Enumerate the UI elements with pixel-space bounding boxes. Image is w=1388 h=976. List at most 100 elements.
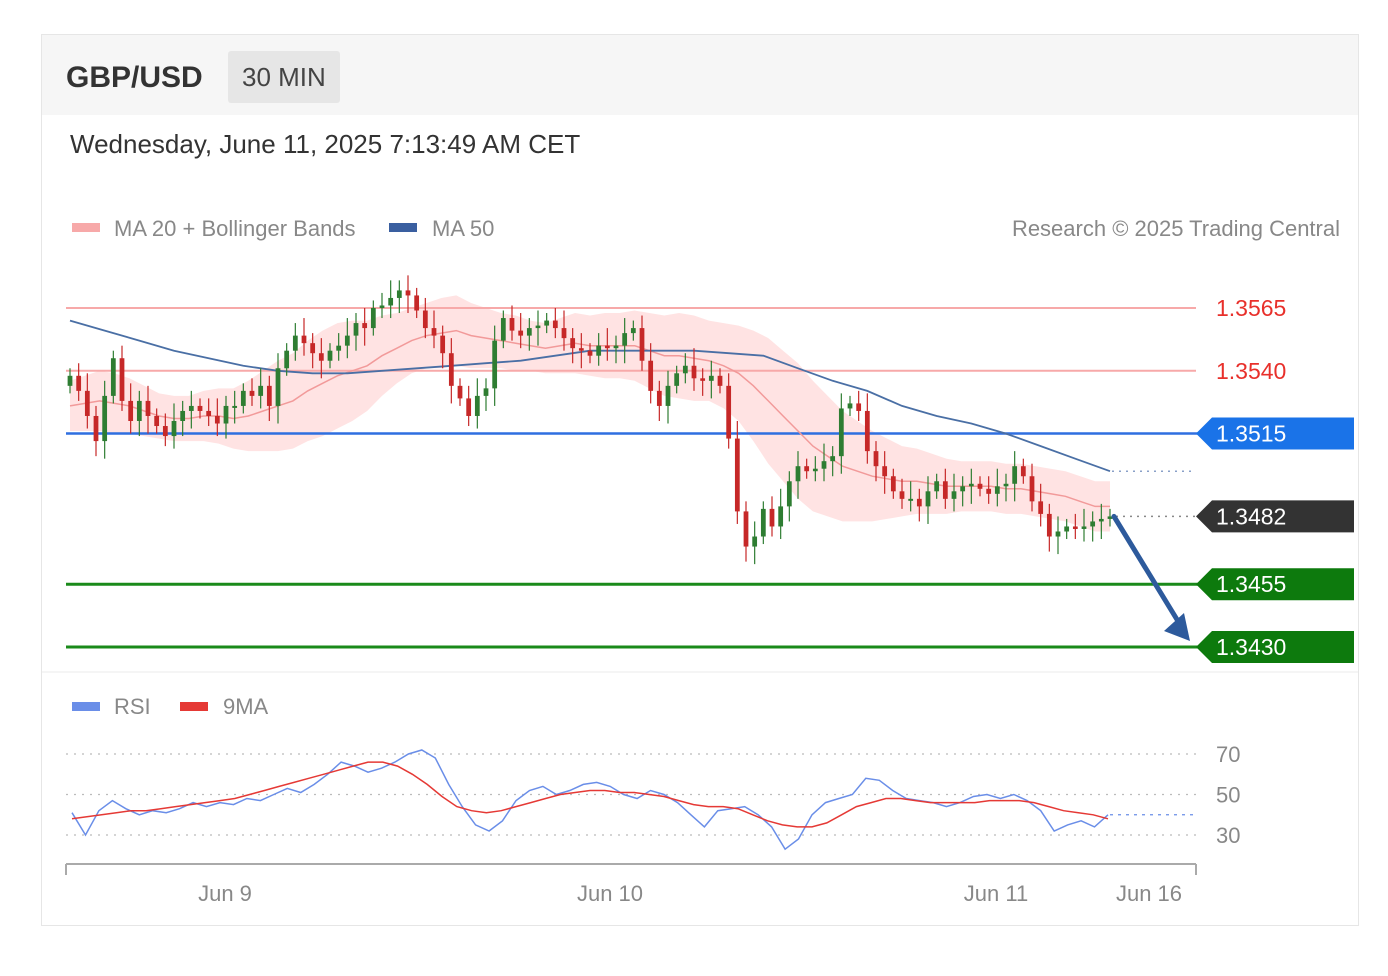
rsi-tick-label: 30 <box>1216 823 1240 848</box>
chart-svg: MA 20 + Bollinger Bands MA 50 Research ©… <box>42 216 1358 906</box>
candle-body <box>448 353 454 386</box>
candle-body <box>838 408 844 457</box>
candle-body <box>578 348 584 351</box>
candle-body <box>656 390 662 406</box>
candle-body <box>873 451 879 467</box>
candle-body <box>847 403 853 409</box>
candle-body <box>93 415 99 442</box>
candle-body <box>552 320 558 329</box>
candle-body <box>344 335 350 346</box>
candle-body <box>327 350 333 361</box>
x-tick-label: Jun 9 <box>198 881 252 906</box>
candle-body <box>1038 501 1044 514</box>
candle-body <box>240 390 246 406</box>
candle-body <box>76 375 82 391</box>
candle-body <box>708 375 714 381</box>
candle-body <box>899 491 905 499</box>
candle-body <box>570 338 576 349</box>
candle-body <box>613 345 619 349</box>
candle-body <box>162 426 168 437</box>
candle-body <box>760 508 766 537</box>
candle-body <box>743 511 749 547</box>
candle-body <box>414 295 420 311</box>
rsi-tick-label: 50 <box>1216 783 1240 808</box>
rsi-tick-label: 70 <box>1216 742 1240 767</box>
x-tick-label: Jun 10 <box>577 881 643 906</box>
candle-body <box>431 328 437 336</box>
chart-card: GBP/USD 30 MIN Wednesday, June 11, 2025 … <box>41 34 1359 926</box>
resistance-label: 1.3565 <box>1216 295 1286 321</box>
legend-label-ma20: MA 20 + Bollinger Bands <box>114 216 356 241</box>
candle-body <box>596 345 602 356</box>
candle-body <box>206 410 212 416</box>
candle-body <box>336 345 342 351</box>
candle-body <box>691 365 697 379</box>
candle-body <box>188 405 194 411</box>
candle-body <box>1064 526 1070 532</box>
candle-body <box>223 405 229 424</box>
candle-body <box>587 350 593 356</box>
candle-body <box>812 468 818 472</box>
candle-body <box>266 385 272 406</box>
candle-body <box>119 358 125 401</box>
candle-body <box>1046 513 1052 537</box>
candle-body <box>1090 521 1096 527</box>
candle-body <box>292 335 298 351</box>
resistance-label: 1.3540 <box>1216 358 1286 384</box>
candle-body <box>171 421 177 437</box>
candle-body <box>639 328 645 361</box>
candle-body <box>258 385 264 396</box>
candle-body <box>630 328 636 334</box>
candle-body <box>960 486 966 492</box>
candle-body <box>197 405 203 411</box>
candle-body <box>908 498 914 501</box>
candle-body <box>145 400 151 416</box>
rsi-plot: 70 50 30 <box>66 742 1240 851</box>
candle-body <box>830 456 836 462</box>
candle-body <box>379 305 385 308</box>
candle-body <box>405 290 411 296</box>
candle-body <box>994 486 1000 494</box>
candle-body <box>1055 531 1061 537</box>
candle-body <box>717 375 723 386</box>
legend-swatch-rsi <box>72 702 100 711</box>
candle-body <box>786 481 792 507</box>
legend-swatch-rsi-ma <box>180 702 208 711</box>
legend-label-ma50: MA 50 <box>432 216 494 241</box>
candle-body <box>734 438 740 512</box>
candle-body <box>916 498 922 507</box>
candle-body <box>951 491 957 499</box>
candle-body <box>362 323 368 329</box>
credit-text: Research © 2025 Trading Central <box>1012 216 1340 241</box>
forecast-arrow-shaft <box>1111 513 1187 634</box>
x-tick-label: Jun 11 <box>964 881 1028 906</box>
candle-body <box>821 461 827 469</box>
legend-label-rsi-ma: 9MA <box>223 694 269 719</box>
candle-body <box>778 506 784 527</box>
candle-body <box>769 508 775 527</box>
candle-body <box>942 481 948 499</box>
candle-body <box>474 395 480 416</box>
candle-body <box>232 405 238 408</box>
candle-body <box>977 483 983 489</box>
candle-body <box>284 350 290 369</box>
support-badge-label: 1.3430 <box>1216 634 1286 660</box>
candle-body <box>864 410 870 452</box>
candle-body <box>1029 476 1035 502</box>
candle-body <box>648 360 654 391</box>
candle-body <box>674 373 680 386</box>
candle-body <box>752 536 758 547</box>
price-plot: 1.3565 1.3540 1.3515 1.3482 1.3455 1.3430 <box>66 275 1354 663</box>
legend-swatch-ma50 <box>389 223 417 232</box>
candle-body <box>1072 526 1078 529</box>
candle-body <box>882 466 888 477</box>
candle-body <box>492 340 498 389</box>
candle-body <box>622 333 628 346</box>
candle-body <box>700 378 706 381</box>
candle-body <box>968 483 974 487</box>
candle-body <box>353 323 359 336</box>
candle-body <box>561 328 567 339</box>
candle-body <box>726 385 732 439</box>
candle-body <box>154 415 160 427</box>
x-tick-label: Jun 16 <box>1116 881 1182 906</box>
